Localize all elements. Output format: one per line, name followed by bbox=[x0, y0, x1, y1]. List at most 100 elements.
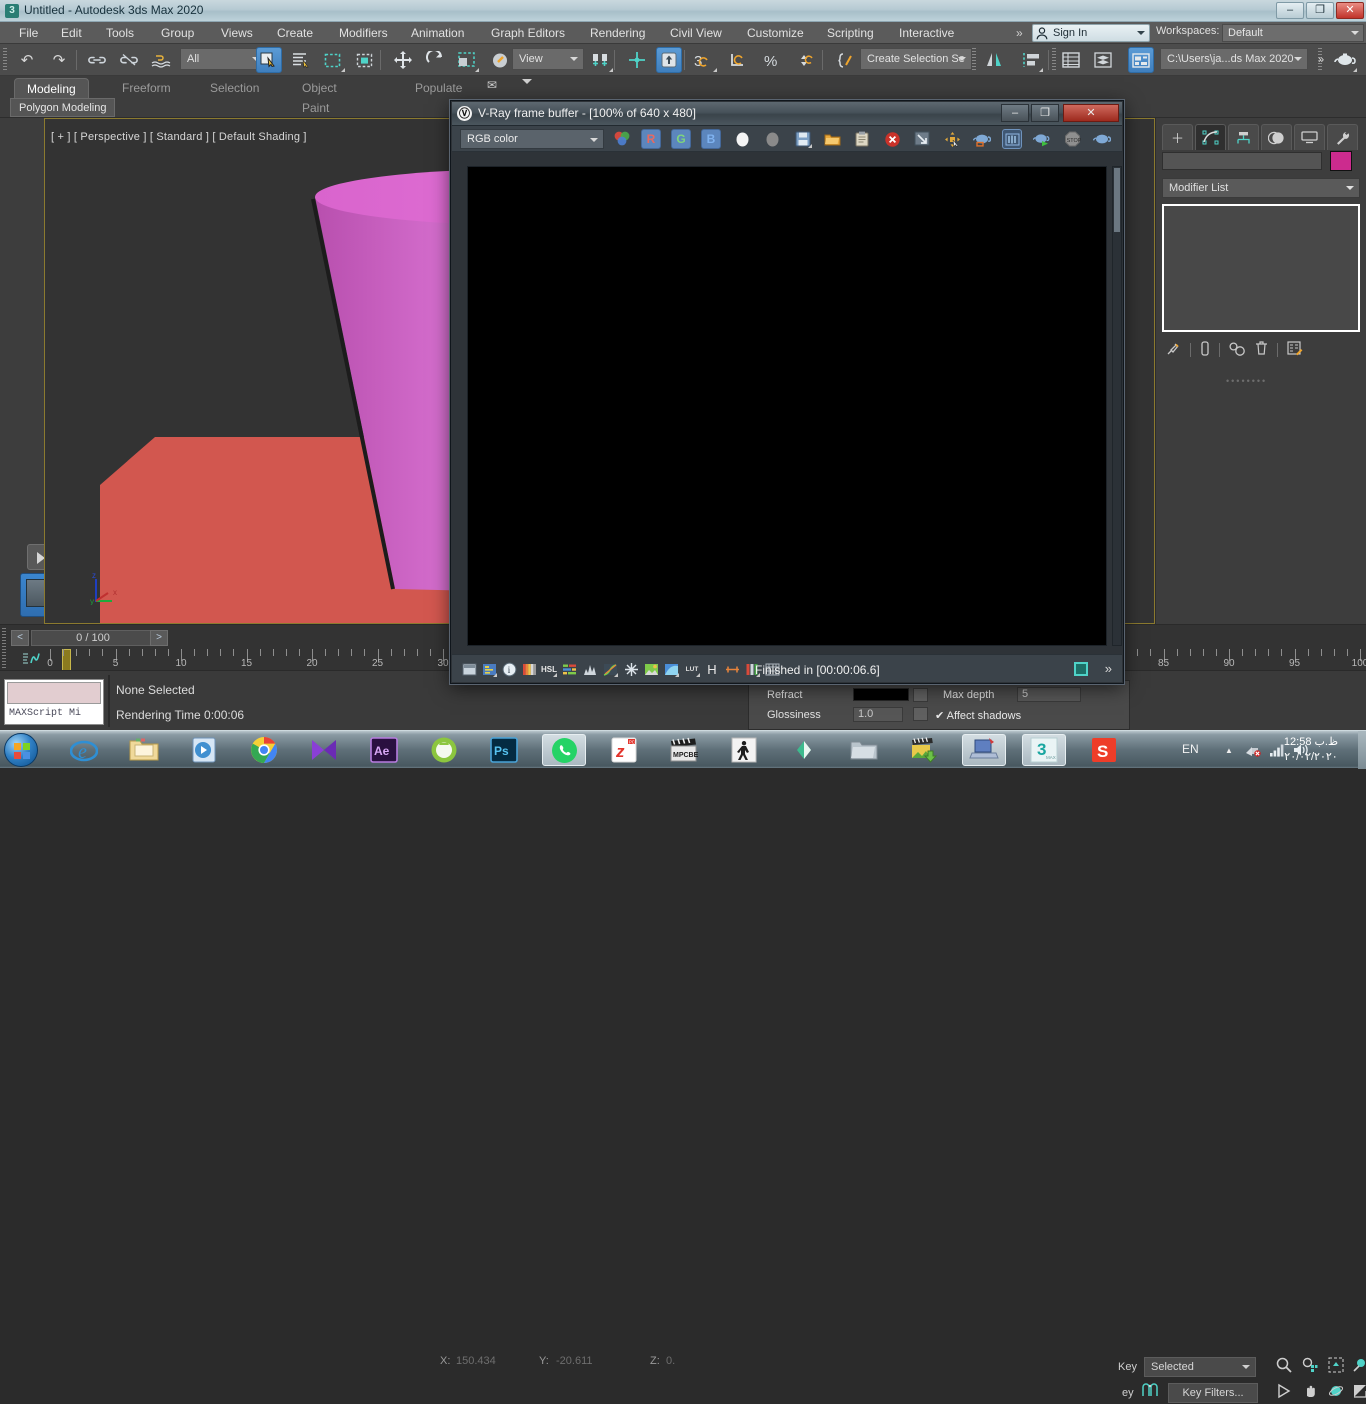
vfb-close-button[interactable]: ✕ bbox=[1063, 104, 1119, 122]
menu-create[interactable]: Create bbox=[268, 22, 322, 44]
angle-snap-3-button[interactable]: 3 bbox=[692, 47, 718, 73]
taskbar-laptop-app[interactable] bbox=[962, 734, 1006, 766]
selection-filter-dropdown[interactable]: All bbox=[180, 48, 266, 70]
taskbar-zarchiver[interactable]: z PC bbox=[602, 734, 646, 766]
viewport-label[interactable]: [ + ] [ Perspective ] [ Standard ] [ Def… bbox=[51, 131, 307, 143]
select-and-move-button[interactable] bbox=[390, 47, 416, 73]
taskbar-video-player[interactable] bbox=[302, 734, 346, 766]
material-editor-button[interactable] bbox=[1332, 47, 1358, 73]
save-image-icon[interactable] bbox=[793, 129, 813, 149]
white-balance-icon[interactable] bbox=[622, 660, 640, 678]
lens-effects-icon[interactable] bbox=[662, 660, 680, 678]
ocio-icon[interactable] bbox=[723, 660, 741, 678]
z-coord-value[interactable]: 0. bbox=[666, 1355, 675, 1367]
menu-animation[interactable]: Animation bbox=[402, 22, 473, 44]
menu-civil-view[interactable]: Civil View bbox=[661, 22, 731, 44]
select-and-scale-button[interactable] bbox=[454, 47, 480, 73]
select-and-rotate-button[interactable] bbox=[422, 47, 448, 73]
track-bar-grip[interactable] bbox=[2, 628, 6, 668]
taskbar-file-explorer[interactable] bbox=[122, 734, 166, 766]
maxscript-input-pane[interactable]: MAXScript Mi bbox=[7, 706, 101, 723]
render-settings-icon[interactable] bbox=[1092, 129, 1112, 149]
maximize-viewport-icon[interactable] bbox=[1350, 1381, 1366, 1401]
taskbar-whatsapp[interactable] bbox=[542, 734, 586, 766]
project-folder-button[interactable] bbox=[1128, 47, 1154, 73]
sign-in-dropdown[interactable]: Sign In bbox=[1032, 24, 1150, 42]
hsl-icon[interactable]: HSL bbox=[540, 660, 558, 678]
unlink-selection-button[interactable] bbox=[116, 47, 142, 73]
color-channels-icon[interactable] bbox=[612, 129, 632, 149]
menu-customize[interactable]: Customize bbox=[738, 22, 813, 44]
layer-explorer-button[interactable] bbox=[1090, 47, 1116, 73]
toolbar-grip[interactable] bbox=[3, 48, 7, 72]
tab-modeling[interactable]: Modeling bbox=[14, 78, 89, 98]
vfb-minimize-button[interactable]: – bbox=[1001, 104, 1029, 122]
vfb-vertical-scrollbar[interactable] bbox=[1112, 166, 1122, 646]
show-desktop-button[interactable] bbox=[1358, 731, 1366, 769]
menu-interactive[interactable]: Interactive bbox=[890, 22, 963, 44]
vfb-channel-dropdown[interactable]: RGB color bbox=[460, 129, 604, 149]
modify-tab[interactable] bbox=[1195, 124, 1226, 150]
taskbar-folder[interactable] bbox=[842, 734, 886, 766]
start-render-icon[interactable] bbox=[1032, 129, 1052, 149]
taskbar-green-app[interactable] bbox=[782, 734, 826, 766]
levels-icon[interactable] bbox=[581, 660, 599, 678]
display-tab[interactable] bbox=[1294, 124, 1325, 150]
select-and-manipulate-button[interactable] bbox=[624, 47, 650, 73]
show-end-result-icon[interactable] bbox=[1200, 341, 1210, 359]
show-hidden-icons-icon[interactable]: ▲ bbox=[1220, 742, 1238, 758]
next-frame-button[interactable]: > bbox=[150, 630, 168, 646]
snaps-toggle-button[interactable] bbox=[656, 47, 682, 73]
select-and-link-button[interactable] bbox=[84, 47, 110, 73]
pin-stack-icon[interactable] bbox=[1166, 341, 1181, 359]
menu-rendering[interactable]: Rendering bbox=[581, 22, 654, 44]
show-image-icon[interactable] bbox=[460, 660, 478, 678]
render-region-icon[interactable] bbox=[1074, 662, 1088, 676]
y-coord-value[interactable]: -20.611 bbox=[556, 1355, 593, 1367]
menu-views[interactable]: Views bbox=[212, 22, 262, 44]
stop-render-icon[interactable]: STOP bbox=[1062, 129, 1082, 149]
mail-icon[interactable]: ✉ bbox=[487, 78, 497, 92]
field-of-view-icon[interactable] bbox=[1274, 1381, 1294, 1401]
close-button[interactable]: ✕ bbox=[1336, 2, 1364, 19]
configure-modifier-sets-icon[interactable] bbox=[1287, 341, 1303, 359]
curve-icon[interactable] bbox=[601, 660, 619, 678]
named-selection-sets-dropdown[interactable]: Create Selection Se bbox=[860, 48, 972, 70]
max-depth-field[interactable]: 5 bbox=[1017, 687, 1081, 702]
taskbar-google-chrome[interactable] bbox=[242, 734, 286, 766]
taskbar-utorrent[interactable] bbox=[422, 734, 466, 766]
tab-object-paint[interactable]: Object Paint bbox=[290, 78, 349, 115]
clock[interactable]: 12:58 ظ.ب ٢٠/٠٢/٢٠٢٠ bbox=[1270, 735, 1352, 765]
vray-frame-buffer-window[interactable]: Ⓥ V-Ray frame buffer - [100% of 640 x 48… bbox=[450, 100, 1124, 684]
bind-to-space-warp-button[interactable] bbox=[148, 47, 174, 73]
menu-group[interactable]: Group bbox=[152, 22, 203, 44]
exposure-icon[interactable] bbox=[520, 660, 538, 678]
monochrome-icon[interactable] bbox=[762, 129, 782, 149]
workspace-dropdown[interactable]: Default bbox=[1222, 24, 1364, 42]
taskbar-photoshop[interactable]: Ps bbox=[482, 734, 526, 766]
track-view-icon[interactable] bbox=[22, 652, 44, 669]
select-object-button[interactable] bbox=[256, 47, 282, 73]
taskbar-3ds-max[interactable]: 3 MAX bbox=[1022, 734, 1066, 766]
taskbar-internet-explorer[interactable]: e bbox=[62, 734, 106, 766]
previous-frame-button[interactable]: < bbox=[11, 630, 29, 646]
taskbar-mpc-be[interactable]: MPCBE bbox=[662, 734, 706, 766]
blue-channel-button[interactable]: B bbox=[701, 129, 721, 149]
start-orb-icon[interactable] bbox=[4, 733, 38, 767]
key-filters-button[interactable]: Key Filters... bbox=[1168, 1383, 1258, 1403]
clipboard-icon[interactable] bbox=[852, 129, 872, 149]
menu-file[interactable]: File bbox=[10, 22, 47, 44]
red-channel-button[interactable]: R bbox=[641, 129, 661, 149]
zoom-extents-icon[interactable] bbox=[1326, 1355, 1346, 1375]
duplicate-vfb-icon[interactable] bbox=[912, 129, 932, 149]
menu-tools[interactable]: Tools bbox=[97, 22, 143, 44]
utilities-tab[interactable] bbox=[1327, 124, 1358, 150]
vfb-render-canvas[interactable] bbox=[467, 166, 1107, 646]
window-crossing-button[interactable] bbox=[352, 47, 378, 73]
minimize-button[interactable]: – bbox=[1276, 2, 1304, 19]
maxscript-mini-listener[interactable]: MAXScript Mi bbox=[4, 679, 104, 725]
refract-color-swatch[interactable] bbox=[853, 688, 909, 701]
menu-scripting[interactable]: Scripting bbox=[818, 22, 883, 44]
percent-snap-toggle-button[interactable]: % bbox=[760, 47, 786, 73]
color-balance-icon[interactable] bbox=[560, 660, 578, 678]
